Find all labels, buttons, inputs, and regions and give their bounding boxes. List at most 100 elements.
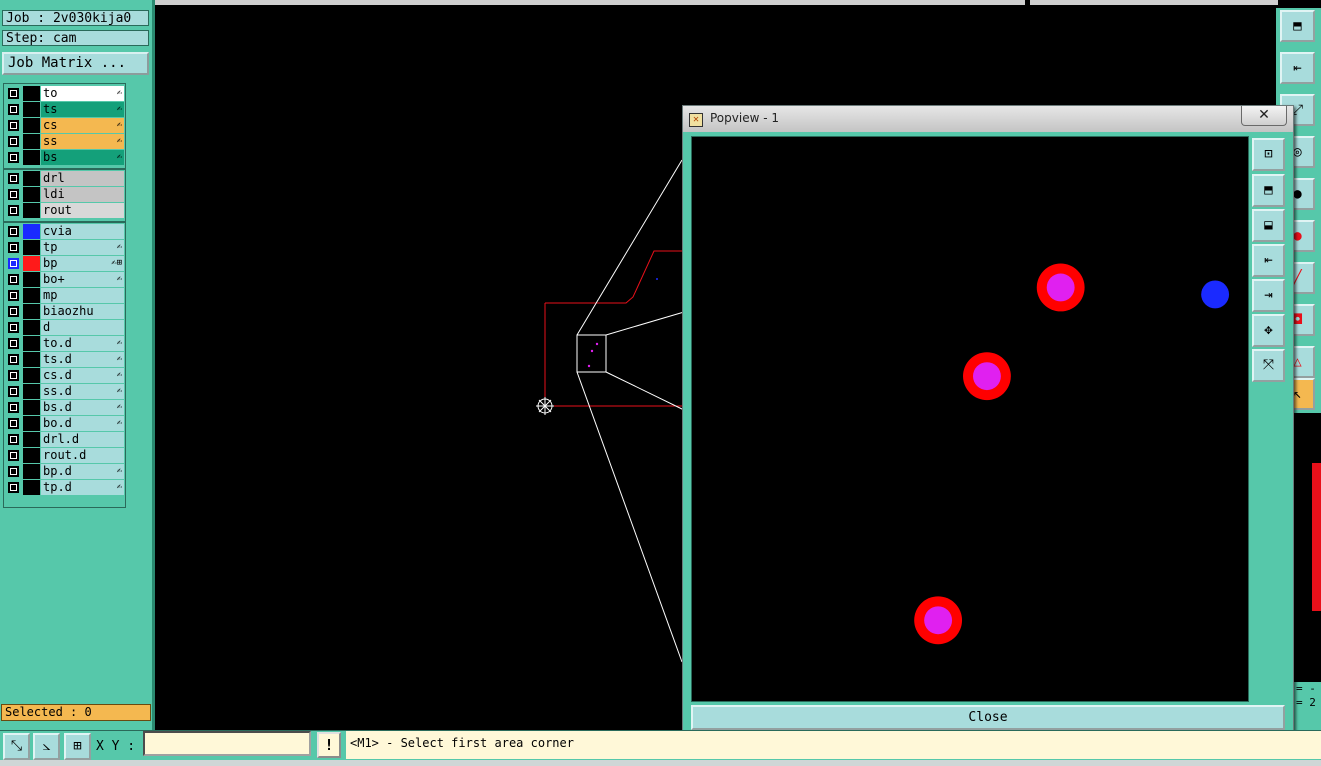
layer-checkbox[interactable] xyxy=(8,370,19,381)
layer-name[interactable]: ldi xyxy=(41,187,124,202)
layer-row[interactable]: bo+ ✍ xyxy=(6,272,124,287)
layer-row[interactable]: bp.d ✍ xyxy=(6,464,124,479)
layer-color-swatch[interactable] xyxy=(23,368,40,383)
close-button[interactable]: Close xyxy=(691,705,1285,730)
layer-checkbox[interactable] xyxy=(8,274,19,285)
layer-color-swatch[interactable] xyxy=(23,384,40,399)
layer-row[interactable]: tp ✍ xyxy=(6,240,124,255)
layer-color-swatch[interactable] xyxy=(23,240,40,255)
layer-checkbox[interactable] xyxy=(8,226,19,237)
layer-checkbox[interactable] xyxy=(8,88,19,99)
layer-color-swatch[interactable] xyxy=(23,171,40,186)
layer-name[interactable]: drl xyxy=(41,171,124,186)
layer-row[interactable]: cs.d ✍ xyxy=(6,368,124,383)
layer-checkbox[interactable] xyxy=(8,386,19,397)
layer-row[interactable]: drl xyxy=(6,171,124,186)
layer-checkbox[interactable] xyxy=(8,466,19,477)
pan-left-icon[interactable]: ⇤ xyxy=(1252,244,1285,277)
message-button[interactable]: ! xyxy=(317,732,341,758)
layer-checkbox[interactable] xyxy=(8,152,19,163)
layer-checkbox[interactable] xyxy=(8,482,19,493)
layer-name[interactable]: cs.d ✍ xyxy=(41,368,124,383)
layer-row[interactable]: d xyxy=(6,320,124,335)
layer-row[interactable]: ts.d ✍ xyxy=(6,352,124,367)
layer-checkbox[interactable] xyxy=(8,338,19,349)
layer-color-swatch[interactable] xyxy=(23,336,40,351)
layer-row[interactable]: to.d ✍ xyxy=(6,336,124,351)
layer-row[interactable]: bp ✍⊞ xyxy=(6,256,124,271)
layer-name[interactable]: ts.d ✍ xyxy=(41,352,124,367)
pan-left-icon[interactable]: ⇤ xyxy=(1280,52,1315,84)
layer-color-swatch[interactable] xyxy=(23,86,40,101)
layer-color-swatch[interactable] xyxy=(23,448,40,463)
layer-name[interactable]: tp.d ✍ xyxy=(41,480,124,495)
layer-checkbox[interactable] xyxy=(8,104,19,115)
layer-checkbox[interactable] xyxy=(8,189,19,200)
layer-checkbox[interactable] xyxy=(8,418,19,429)
zoom-area-icon[interactable]: ⤡ xyxy=(3,733,30,760)
layer-color-swatch[interactable] xyxy=(23,150,40,165)
layer-name[interactable]: ts ✍ xyxy=(41,102,124,117)
layer-row[interactable]: bs.d ✍ xyxy=(6,400,124,415)
layer-checkbox[interactable] xyxy=(8,136,19,147)
layer-row[interactable]: rout.d xyxy=(6,448,124,463)
layer-checkbox[interactable] xyxy=(8,402,19,413)
layer-name[interactable]: bs ✍ xyxy=(41,150,124,165)
layer-name[interactable]: bp.d ✍ xyxy=(41,464,124,479)
job-matrix-button[interactable]: Job Matrix ... xyxy=(2,52,149,75)
close-icon[interactable]: ✕ xyxy=(1241,106,1287,126)
layer-row[interactable]: cvia xyxy=(6,224,124,239)
pan-down-icon[interactable]: ⬓ xyxy=(1252,209,1285,242)
layer-name[interactable]: d xyxy=(41,320,124,335)
popview-titlebar[interactable]: ✕ Popview - 1 ✕ xyxy=(683,106,1293,132)
layer-name[interactable]: drl.d xyxy=(41,432,124,447)
layer-color-swatch[interactable] xyxy=(23,416,40,431)
layer-color-swatch[interactable] xyxy=(23,118,40,133)
pan-up-icon[interactable]: ⬒ xyxy=(1252,174,1285,207)
layer-color-swatch[interactable] xyxy=(23,203,40,218)
layer-name[interactable]: bp ✍⊞ xyxy=(41,256,124,271)
layer-row[interactable]: bs ✍ xyxy=(6,150,124,165)
layer-name[interactable]: rout.d xyxy=(41,448,124,463)
zoom-in-icon[interactable]: ✥ xyxy=(1252,314,1285,347)
layer-name[interactable]: cvia xyxy=(41,224,124,239)
zoom-out-icon[interactable]: ⤧ xyxy=(1252,349,1285,382)
layer-name[interactable]: bo.d ✍ xyxy=(41,416,124,431)
layer-color-swatch[interactable] xyxy=(23,187,40,202)
layer-row[interactable]: tp.d ✍ xyxy=(6,480,124,495)
layer-name[interactable]: ss.d ✍ xyxy=(41,384,124,399)
layer-row[interactable]: ts ✍ xyxy=(6,102,124,117)
layer-row[interactable]: rout xyxy=(6,203,124,218)
layer-row[interactable]: ss.d ✍ xyxy=(6,384,124,399)
layer-checkbox[interactable] xyxy=(8,322,19,333)
layer-color-swatch[interactable] xyxy=(23,464,40,479)
layer-color-swatch[interactable] xyxy=(23,102,40,117)
layer-name[interactable]: cs ✍ xyxy=(41,118,124,133)
layer-color-swatch[interactable] xyxy=(23,480,40,495)
popview-canvas[interactable] xyxy=(691,136,1249,702)
layer-name[interactable]: biaozhu xyxy=(41,304,124,319)
layer-checkbox[interactable] xyxy=(8,205,19,216)
layer-name[interactable]: mp xyxy=(41,288,124,303)
layer-checkbox[interactable] xyxy=(8,120,19,131)
layer-color-swatch[interactable] xyxy=(23,256,40,271)
layer-color-swatch[interactable] xyxy=(23,320,40,335)
layer-name[interactable]: tp ✍ xyxy=(41,240,124,255)
layer-color-swatch[interactable] xyxy=(23,352,40,367)
layer-color-swatch[interactable] xyxy=(23,400,40,415)
layer-checkbox[interactable] xyxy=(8,450,19,461)
layer-row[interactable]: ss ✍ xyxy=(6,134,124,149)
layer-checkbox[interactable] xyxy=(8,306,19,317)
layer-row[interactable]: to ✍ xyxy=(6,86,124,101)
layer-color-swatch[interactable] xyxy=(23,432,40,447)
layer-name[interactable]: bs.d ✍ xyxy=(41,400,124,415)
layer-checkbox[interactable] xyxy=(8,173,19,184)
layer-checkbox[interactable] xyxy=(8,242,19,253)
grid-icon[interactable]: ⊞ xyxy=(64,733,91,760)
layer-color-swatch[interactable] xyxy=(23,304,40,319)
zoom-home-icon[interactable]: ⬒ xyxy=(1280,10,1315,42)
layer-row[interactable]: mp xyxy=(6,288,124,303)
layer-name[interactable]: bo+ ✍ xyxy=(41,272,124,287)
layer-checkbox[interactable] xyxy=(8,434,19,445)
xy-input[interactable] xyxy=(143,731,311,756)
